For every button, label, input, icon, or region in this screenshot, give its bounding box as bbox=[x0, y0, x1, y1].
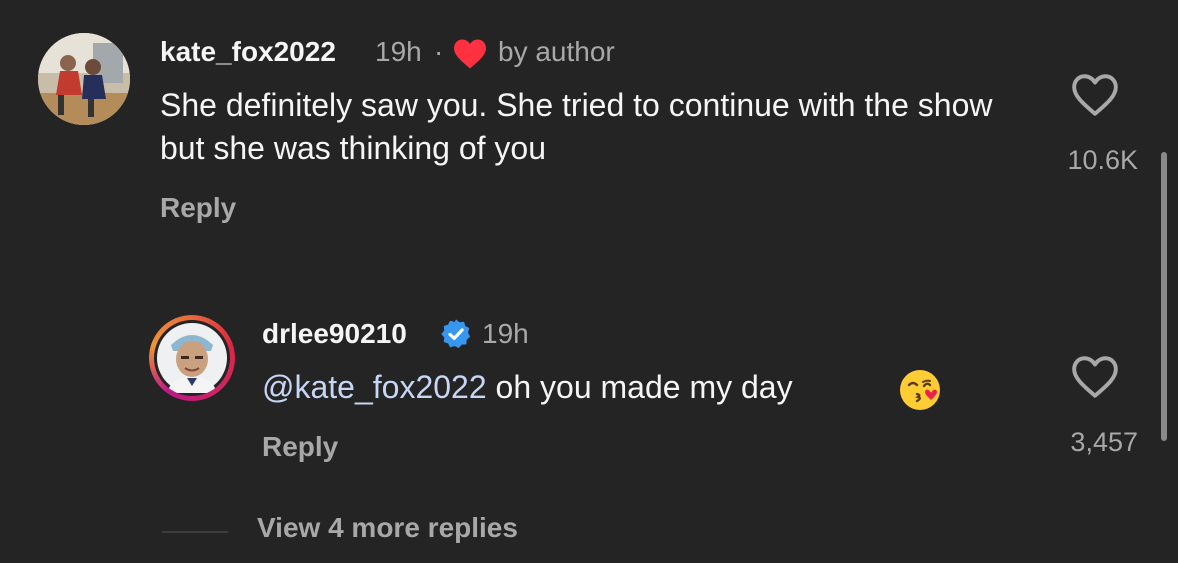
author-liked-heart-icon bbox=[452, 38, 488, 75]
reply-username[interactable]: drlee90210 bbox=[262, 318, 407, 350]
comment-time: 19h bbox=[375, 36, 422, 67]
divider bbox=[162, 531, 228, 533]
view-more-replies-button[interactable]: View 4 more replies bbox=[257, 512, 518, 544]
mention-link[interactable]: @kate_fox2022 bbox=[262, 369, 487, 405]
reply-time: 19h bbox=[482, 318, 529, 349]
avatar[interactable] bbox=[38, 33, 130, 125]
avatar[interactable] bbox=[154, 320, 230, 396]
like-heart-icon[interactable] bbox=[1070, 354, 1120, 400]
kiss-emoji-icon bbox=[898, 368, 942, 422]
story-ring[interactable] bbox=[149, 315, 235, 401]
author-badge: by author bbox=[498, 36, 615, 67]
reply-button[interactable]: Reply bbox=[262, 431, 338, 463]
meta-separator: · bbox=[434, 36, 444, 67]
like-heart-icon[interactable] bbox=[1070, 72, 1120, 118]
like-count: 10.6K bbox=[1067, 145, 1138, 175]
scrollbar[interactable] bbox=[1161, 152, 1167, 441]
comment-username[interactable]: kate_fox2022 bbox=[160, 36, 336, 68]
verified-badge-icon bbox=[440, 318, 472, 355]
comment-thread: kate_fox2022 19h · by author She definit… bbox=[0, 0, 1178, 563]
reply-button[interactable]: Reply bbox=[160, 192, 236, 224]
reply-message: oh you made my day bbox=[486, 369, 793, 405]
like-count: 3,457 bbox=[1070, 427, 1138, 457]
comment-text: She definitely saw you. She tried to con… bbox=[160, 87, 993, 166]
